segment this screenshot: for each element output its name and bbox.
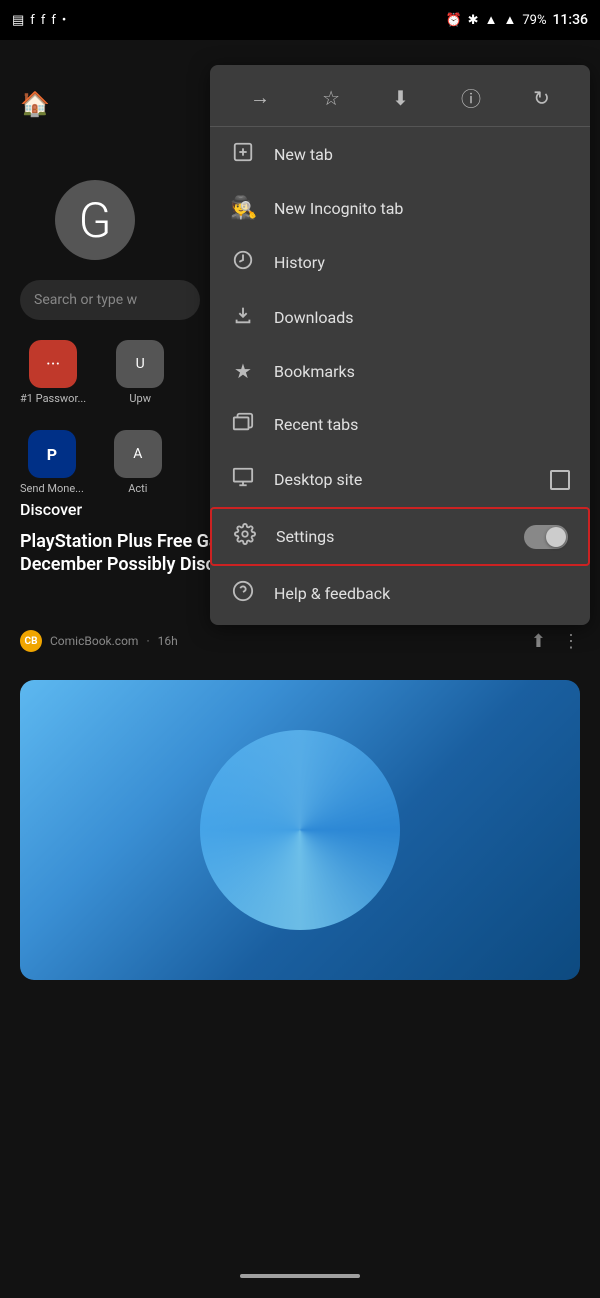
downloads-label: Downloads <box>274 308 570 327</box>
history-icon <box>230 249 256 276</box>
menu-item-new-incognito-tab[interactable]: 🕵 New Incognito tab <box>210 182 590 235</box>
menu-item-bookmarks[interactable]: ★ Bookmarks <box>210 345 590 397</box>
desktop-icon <box>230 466 256 493</box>
shortcut-paypal[interactable]: P Send Mone... <box>20 430 84 495</box>
toolbar-refresh-icon[interactable]: ↻ <box>529 82 554 114</box>
news-source: CB ComicBook.com · 16h <box>20 630 178 652</box>
dropdown-menu: → ☆ ⬇ ⓘ ↻ New tab 🕵 New Incognito tab Hi… <box>210 65 590 625</box>
google-logo-circle: G <box>55 180 135 260</box>
incognito-icon: 🕵 <box>230 196 256 221</box>
note-icon: ▤ <box>12 13 24 28</box>
menu-item-desktop-site[interactable]: Desktop site <box>210 452 590 507</box>
menu-item-settings[interactable]: Settings <box>210 507 590 566</box>
status-bar: ▤ f f f • ⏰ ✱ ▲ ▲ 79% 11:36 <box>0 0 600 40</box>
downloads-icon <box>230 304 256 331</box>
new-tab-label: New tab <box>274 145 570 164</box>
news-source-icon: CB <box>20 630 42 652</box>
news-time: 16h <box>158 634 178 648</box>
bookmarks-label: Bookmarks <box>274 362 570 381</box>
acti-icon: A <box>114 430 162 478</box>
win11-image <box>20 680 580 980</box>
paypal-icon: P <box>28 430 76 478</box>
shortcut-paypal-label: Send Mone... <box>20 482 84 495</box>
status-time: 11:36 <box>552 12 588 28</box>
shortcut-upwork[interactable]: U Upw <box>116 340 164 405</box>
shortcut-acti-label: Acti <box>128 482 147 495</box>
facebook-icon-1: f <box>30 13 35 28</box>
search-bar[interactable]: Search or type w <box>20 280 200 320</box>
menu-item-help-feedback[interactable]: Help & feedback <box>210 566 590 621</box>
menu-item-new-tab[interactable]: New tab <box>210 127 590 182</box>
shortcut-upwork-label: Upw <box>129 392 151 405</box>
news-meta: CB ComicBook.com · 16h ⬆ ⋮ <box>20 630 580 652</box>
toolbar-forward-icon[interactable]: → <box>246 81 274 114</box>
home-icon[interactable]: 🏠 <box>20 90 50 118</box>
google-logo: G <box>30 180 160 260</box>
status-bar-left: ▤ f f f • <box>12 13 66 28</box>
bottom-nav-indicator <box>240 1274 360 1278</box>
toolbar-bookmark-icon[interactable]: ☆ <box>318 82 344 114</box>
toolbar-download-icon[interactable]: ⬇ <box>388 82 413 114</box>
help-icon <box>230 580 256 607</box>
win11-swirl <box>200 730 400 930</box>
signal-icon: ▲ <box>503 12 516 28</box>
password-icon: ··· <box>29 340 77 388</box>
shortcuts-row-1: ··· #1 Passwor... U Upw <box>20 340 164 405</box>
news-source-name: ComicBook.com <box>50 634 138 648</box>
upwork-icon: U <box>116 340 164 388</box>
battery-level: 79% <box>522 13 546 28</box>
recent-tabs-label: Recent tabs <box>274 415 570 434</box>
history-label: History <box>274 253 570 272</box>
alarm-icon: ⏰ <box>445 13 461 28</box>
desktop-site-label: Desktop site <box>274 470 532 489</box>
news-source-time: · <box>146 634 149 648</box>
menu-item-history[interactable]: History <box>210 235 590 290</box>
discover-label: Discover <box>20 500 82 519</box>
search-placeholder: Search or type w <box>34 292 137 308</box>
status-bar-right: ⏰ ✱ ▲ ▲ 79% 11:36 <box>445 12 588 28</box>
desktop-site-checkbox[interactable] <box>550 470 570 490</box>
menu-toolbar: → ☆ ⬇ ⓘ ↻ <box>210 69 590 127</box>
shortcuts-row-2: P Send Mone... A Acti <box>20 430 162 495</box>
facebook-icon-3: f <box>51 13 56 28</box>
settings-toggle[interactable] <box>524 525 568 549</box>
news-actions: ⬆ ⋮ <box>531 631 580 652</box>
help-feedback-label: Help & feedback <box>274 584 570 603</box>
bluetooth-icon: ✱ <box>468 13 479 28</box>
shortcut-password[interactable]: ··· #1 Passwor... <box>20 340 86 405</box>
menu-item-downloads[interactable]: Downloads <box>210 290 590 345</box>
facebook-icon-2: f <box>41 13 46 28</box>
settings-label: Settings <box>276 527 506 546</box>
menu-item-recent-tabs[interactable]: Recent tabs <box>210 397 590 452</box>
share-icon[interactable]: ⬆ <box>531 631 546 652</box>
new-tab-icon <box>230 141 256 168</box>
dot-icon: • <box>62 13 66 28</box>
settings-icon <box>232 523 258 550</box>
win11-article[interactable] <box>20 680 580 980</box>
shortcut-acti[interactable]: A Acti <box>114 430 162 495</box>
recent-tabs-icon <box>230 411 256 438</box>
toolbar-info-icon[interactable]: ⓘ <box>457 79 485 116</box>
bookmarks-icon: ★ <box>230 359 256 383</box>
shortcut-password-label: #1 Passwor... <box>20 392 86 405</box>
new-incognito-tab-label: New Incognito tab <box>274 199 570 218</box>
wifi-icon: ▲ <box>485 12 498 28</box>
more-icon[interactable]: ⋮ <box>562 631 580 652</box>
